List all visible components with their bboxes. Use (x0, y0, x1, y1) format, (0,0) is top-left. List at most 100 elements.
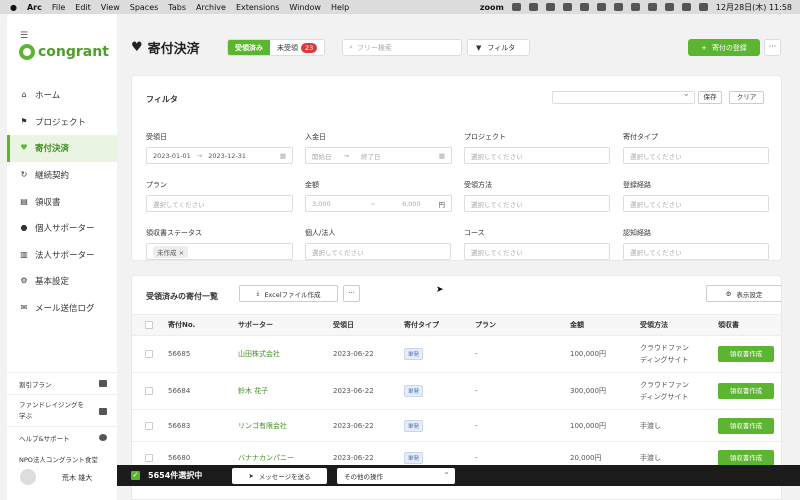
menu-window[interactable]: Window (289, 3, 321, 12)
row-checkbox[interactable] (145, 350, 153, 358)
filter-button[interactable]: ▼ フィルタ (467, 39, 530, 56)
table-row[interactable]: 56685 山田株式会社 2023-06-22 単発 - 100,000円 クラ… (132, 336, 781, 373)
create-receipt-button[interactable]: 領収書作成 (718, 383, 774, 399)
search-input[interactable]: ⌕ フリー検索 (342, 39, 462, 56)
menu-spaces[interactable]: Spaces (130, 3, 159, 12)
close-icon[interactable]: × (179, 249, 184, 257)
excel-export-button[interactable]: ⤓ Excelファイル作成 (239, 285, 338, 302)
column-header[interactable]: 寄付No. (168, 320, 195, 330)
field-label: 認知経路 (623, 229, 651, 237)
create-receipt-button[interactable]: 領収書作成 (718, 346, 774, 362)
received-date-range[interactable]: 2023-01-01 → 2023-12-31 ▦ (146, 147, 293, 164)
course-select[interactable]: 選択してください (464, 243, 610, 260)
more-button[interactable]: ··· (764, 39, 781, 56)
zoom-status-icon[interactable]: zoom (480, 3, 504, 12)
wifi-icon[interactable] (664, 3, 674, 11)
apple-icon[interactable]: ● (10, 3, 17, 12)
donation-type-select[interactable]: 選択してください (623, 147, 769, 164)
selection-checkbox[interactable]: ✓ (131, 471, 140, 480)
filter-clear-button[interactable]: クリア (729, 91, 764, 104)
sidebar-item-label: 個人サポーター (35, 224, 95, 235)
menu-archive[interactable]: Archive (196, 3, 226, 12)
column-header[interactable]: 領収書 (718, 320, 739, 330)
battery-icon[interactable] (647, 3, 657, 11)
status-icon[interactable] (528, 3, 538, 11)
send-message-button[interactable]: ➤ メッセージを送る (232, 468, 327, 484)
menu-help[interactable]: Help (331, 3, 349, 12)
column-header[interactable]: 寄付タイプ (404, 320, 439, 330)
other-operations-select[interactable]: その他の操作 (337, 467, 455, 484)
learn-label: 学ぶ (19, 411, 32, 420)
awareness-select[interactable]: 選択してください (623, 243, 769, 260)
field-label: プロジェクト (464, 133, 506, 141)
select-all-checkbox[interactable] (145, 321, 153, 329)
status-icon[interactable] (613, 3, 623, 11)
status-icon[interactable] (579, 3, 589, 11)
filter-save-button[interactable]: 保存 (698, 91, 722, 104)
list-more-button[interactable]: ··· (343, 285, 360, 302)
search-icon: ⌕ (349, 43, 353, 51)
supporter-link[interactable]: バナナカンパニー (238, 453, 294, 463)
column-header[interactable]: プラン (475, 320, 496, 330)
supporter-link[interactable]: 山田株式会社 (238, 349, 280, 359)
person-corp-select[interactable]: 選択してください (305, 243, 451, 260)
register-donation-button[interactable]: + 寄付の登録 (688, 39, 760, 56)
supporter-link[interactable]: 鈴木 花子 (238, 386, 268, 396)
status-icon[interactable] (596, 3, 606, 11)
table-row[interactable]: 56684 鈴木 花子 2023-06-22 単発 - 300,000円 クラウ… (132, 373, 781, 410)
receipt-status-select[interactable]: 未作成 × (146, 243, 293, 260)
sidebar-item-settings[interactable]: ⚙ 基本設定 (7, 268, 117, 295)
tab-received[interactable]: 受領済み (228, 40, 270, 55)
field-label: 登録経路 (623, 181, 651, 189)
sidebar-help[interactable]: ヘルプ&サポート (7, 426, 117, 448)
row-checkbox[interactable] (145, 421, 153, 430)
menu-view[interactable]: View (101, 3, 120, 12)
plan-select[interactable]: 選択してください (146, 195, 293, 212)
payment-date-range[interactable]: 開始日 → 終了日 ▦ (305, 147, 452, 164)
column-header[interactable]: 受領方法 (640, 320, 668, 330)
column-header[interactable]: 金額 (570, 320, 584, 330)
menu-file[interactable]: File (52, 3, 65, 12)
row-checkbox[interactable] (145, 453, 153, 462)
tab-unreceived[interactable]: 未受領 23 (270, 40, 324, 55)
menu-arc[interactable]: Arc (27, 3, 42, 12)
amount-range[interactable]: 3,000 ~6,000 円 (305, 195, 452, 212)
sidebar-item-individual-supporters[interactable]: ● 個人サポーター (7, 215, 117, 242)
avatar[interactable] (20, 469, 36, 485)
sidebar-item-corporate-supporters[interactable]: ▥ 法人サポーター (7, 242, 117, 269)
register-route-select[interactable]: 選択してください (623, 195, 769, 212)
display-settings-button[interactable]: ⚙ 表示設定 (706, 285, 781, 302)
menu-icon[interactable]: ☰ (20, 31, 28, 41)
logo[interactable]: congrant (19, 44, 109, 60)
sidebar-item-receipts[interactable]: ▤ 領収書 (7, 188, 117, 215)
supporter-link[interactable]: リンゴ有限会社 (238, 421, 287, 431)
create-receipt-button[interactable]: 領収書作成 (718, 449, 774, 466)
control-center-icon[interactable] (698, 3, 708, 11)
search-icon[interactable] (681, 3, 691, 11)
receive-method-select[interactable]: 選択してください (464, 195, 610, 212)
column-header[interactable]: サポーター (238, 320, 273, 330)
sidebar-item-project[interactable]: ⚑ プロジェクト (7, 109, 117, 136)
menu-tabs[interactable]: Tabs (168, 3, 186, 12)
date-to: 2023-12-31 (208, 151, 247, 160)
menu-extensions[interactable]: Extensions (236, 3, 279, 12)
status-icon[interactable] (545, 3, 555, 11)
sidebar-item-label: 法人サポーター (35, 250, 95, 261)
column-header[interactable]: 受領日 (333, 320, 354, 330)
sidebar-item-mail-log[interactable]: ✉ メール送信ログ (7, 295, 117, 322)
sidebar-item-contracts[interactable]: ↻ 継続契約 (7, 162, 117, 189)
project-select[interactable]: 選択してください (464, 147, 610, 164)
status-icon[interactable] (511, 3, 521, 11)
sidebar-plan[interactable]: 割引プラン (7, 372, 117, 394)
menu-edit[interactable]: Edit (75, 3, 91, 12)
sidebar-learn[interactable]: ファンドレイジングを 学ぶ (7, 394, 117, 426)
sidebar-item-home[interactable]: ⌂ ホーム (7, 82, 117, 109)
status-icon[interactable] (562, 3, 572, 11)
row-checkbox[interactable] (145, 387, 153, 395)
create-receipt-button[interactable]: 領収書作成 (718, 417, 774, 434)
clock[interactable]: 12月28日(木) 11:58 (716, 2, 792, 13)
sidebar-item-donations[interactable]: ♥ 寄付決済 (7, 135, 117, 162)
bluetooth-icon[interactable] (630, 3, 640, 11)
table-row[interactable]: 56683 リンゴ有限会社 2023-06-22 単発 - 100,000円 手… (132, 410, 781, 442)
saved-filter-select[interactable] (552, 89, 695, 104)
